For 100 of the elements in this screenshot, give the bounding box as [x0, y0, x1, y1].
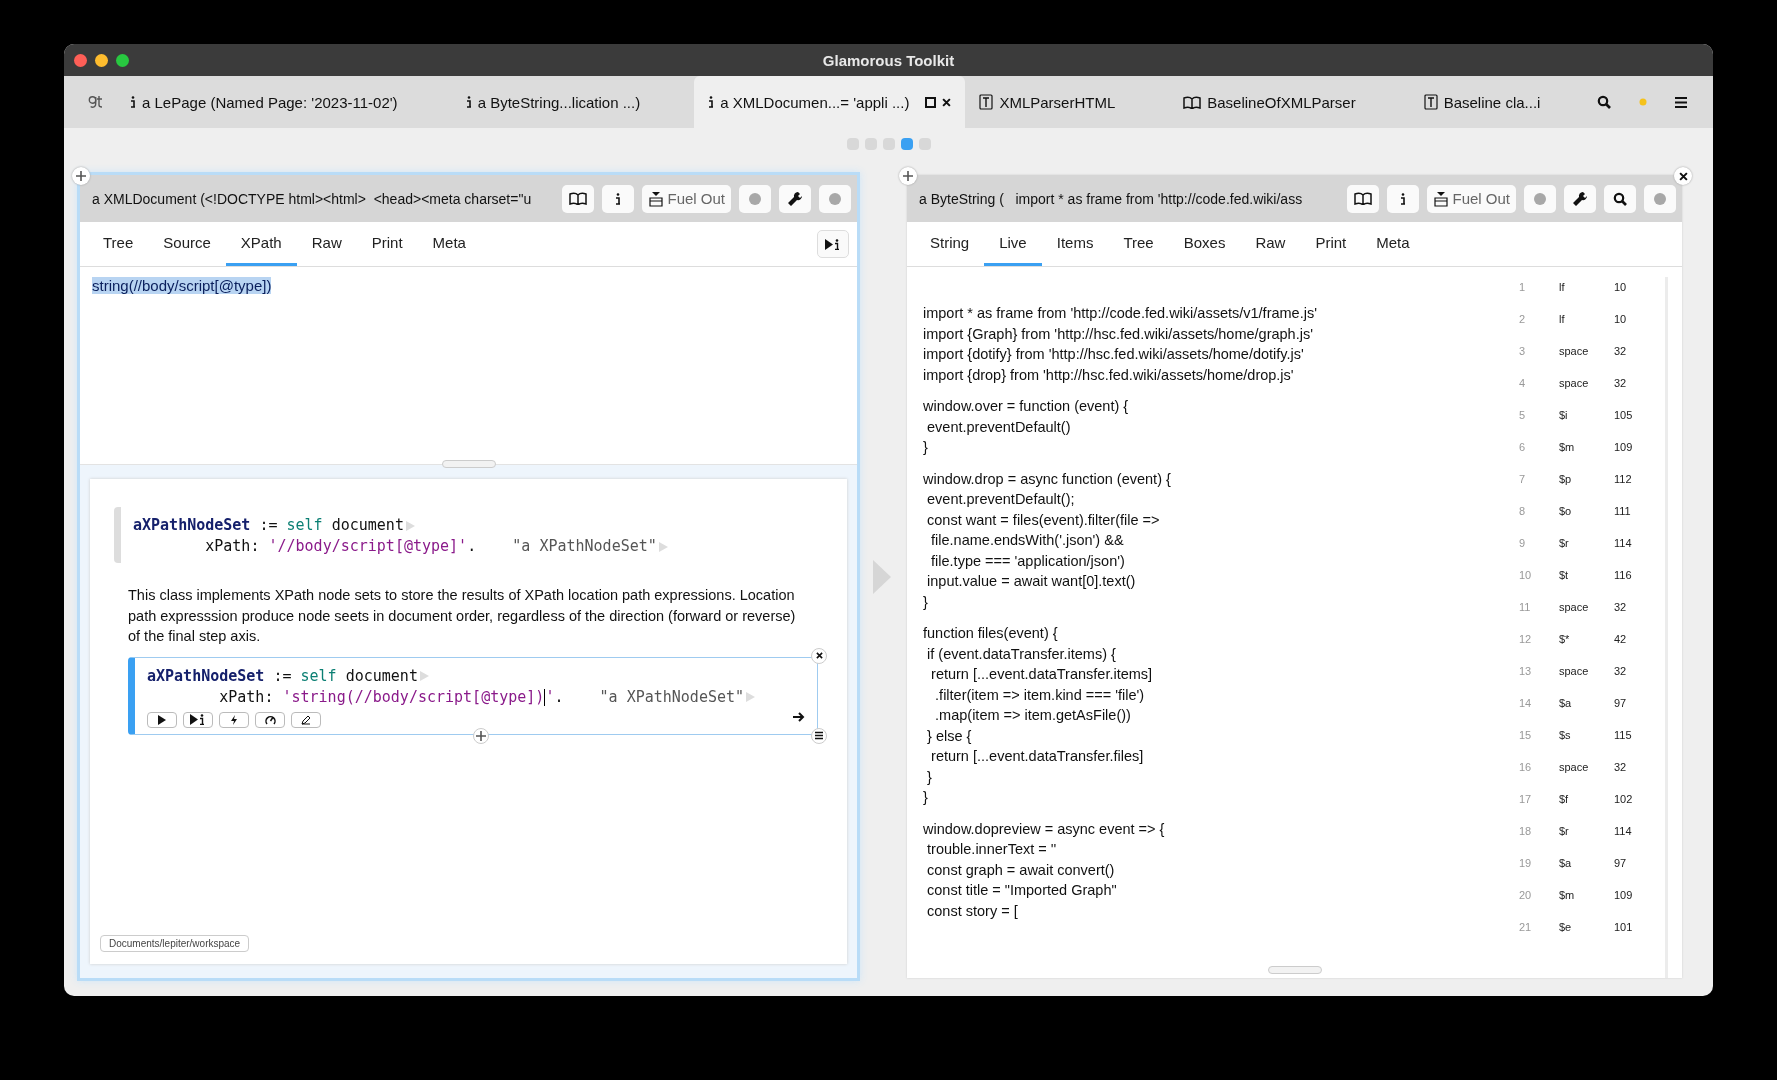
window-tab[interactable]: a LePage (Named Page: '2023-11-02') — [116, 76, 412, 128]
table-cell-text: $r — [1559, 825, 1570, 839]
info-icon — [465, 96, 472, 108]
wrench-button[interactable] — [779, 184, 811, 213]
run-inspect-button[interactable] — [183, 711, 213, 728]
arrow-icon — [873, 559, 891, 594]
table-cell-text: 32 — [1614, 665, 1628, 679]
view-tab[interactable]: Meta — [417, 222, 481, 266]
book-button[interactable] — [562, 184, 595, 213]
table-cell-text: 109 — [1614, 441, 1634, 455]
add-button[interactable] — [72, 167, 90, 185]
gauge-icon — [264, 714, 276, 725]
code-line: import {Graph} from 'http://hsc.fed.wiki/assets/home/graph.js' — [923, 324, 1314, 344]
row-index: 4 — [1519, 377, 1527, 391]
code-line: } — [926, 767, 933, 787]
run-inspect-button[interactable] — [817, 230, 849, 258]
row-index: 16 — [1519, 761, 1533, 775]
table-cell-text: 32 — [1614, 761, 1628, 775]
view-tab[interactable]: Print — [1300, 222, 1362, 266]
code-line: } — [923, 788, 929, 807]
code-line: event.preventDefault() — [926, 417, 1072, 437]
triangle-icon — [658, 541, 668, 552]
close-button[interactable] — [1674, 167, 1692, 185]
class-icon — [979, 94, 994, 110]
minimize-light[interactable] — [95, 54, 108, 67]
info-icon — [708, 96, 715, 108]
code-line: aXPathNodeSet := self document — [147, 665, 418, 687]
triangle-icon — [746, 692, 756, 702]
code-snippet[interactable]: aXPathNodeSet := self document xPath: 'string(//body/script[@type])'. "a XPathNodeSet" — [128, 656, 818, 735]
code-line: } — [923, 592, 929, 612]
window-tab[interactable]: BaselineOfXMLParser — [1169, 76, 1370, 128]
resize-handle[interactable] — [1267, 966, 1322, 974]
class-icon — [1423, 94, 1438, 110]
add-button[interactable] — [899, 167, 917, 185]
row-index: 2 — [1519, 313, 1527, 327]
code-line: file.type === 'application/json') — [930, 551, 1126, 571]
code-line: window.drop = async function (event) { — [923, 469, 1172, 489]
menu-icon — [815, 730, 823, 741]
table-cell-text: 102 — [1614, 793, 1634, 807]
table-cell-text: 114 — [1614, 537, 1633, 551]
table-cell-text: space — [1559, 761, 1590, 775]
view-tab[interactable]: Print — [356, 222, 418, 266]
add-button[interactable] — [473, 727, 489, 744]
table-cell-text: space — [1559, 345, 1590, 359]
window-tab[interactable]: Baseline cla...i — [1409, 76, 1555, 128]
table-cell-text: 112 — [1614, 473, 1633, 487]
view-tab[interactable]: Meta — [1361, 222, 1425, 266]
view-tab[interactable]: XPath — [225, 222, 297, 266]
table-cell-text: 32 — [1614, 377, 1628, 391]
fuel-out-button[interactable]: Fuel Out — [1427, 184, 1516, 213]
view-tab[interactable]: Raw — [296, 222, 357, 266]
row-index: 11 — [1519, 601, 1532, 615]
lightning-button[interactable] — [219, 711, 249, 728]
row-index: 3 — [1519, 345, 1527, 359]
code-line: .map(item => item.getAsFile()) — [934, 706, 1132, 725]
menu-button[interactable] — [811, 727, 827, 744]
book-icon — [569, 192, 588, 205]
code-line: file.name.endsWith('.json') && — [930, 531, 1125, 550]
gauge-button[interactable] — [255, 711, 285, 728]
view-tab[interactable]: Raw — [1240, 222, 1301, 266]
fuel-icon — [1433, 190, 1450, 207]
code-line: xPath: '//body/script[@type]'. "a XPathNodeSet" — [204, 536, 657, 557]
resize-handle[interactable] — [441, 460, 496, 468]
table-cell-text: 115 — [1614, 729, 1633, 743]
view-tab[interactable]: String — [915, 222, 985, 266]
row-index: 18 — [1519, 825, 1533, 839]
inspect-button[interactable] — [1387, 184, 1420, 213]
view-tab[interactable]: Tree — [1108, 222, 1169, 266]
window-tab[interactable]: XMLParserHTML — [965, 76, 1130, 128]
inspect-button[interactable] — [602, 184, 635, 213]
code-snippet[interactable]: aXPathNodeSet := self document xPath: '//body/script[@type]'. "a XPathNodeSet" — [114, 507, 827, 563]
code-line: const title = "Imported Graph" — [926, 881, 1118, 900]
edit-button[interactable] — [291, 711, 321, 728]
run-button[interactable] — [147, 711, 177, 728]
table-cell-text: 10 — [1614, 281, 1628, 295]
code-line: window.over = function (event) { — [923, 397, 1130, 416]
table-cell-text: 105 — [1614, 409, 1634, 423]
table-cell-text: $m — [1559, 889, 1576, 903]
book-button[interactable] — [1347, 184, 1380, 213]
plus-icon — [476, 730, 486, 741]
table-cell-text: 32 — [1614, 601, 1628, 615]
table-cell-text: $t — [1559, 569, 1570, 583]
play-inspect-icon — [190, 714, 206, 725]
wrench-button[interactable] — [1564, 184, 1596, 213]
window-tab[interactable]: a XMLDocumen...= 'appli ...) — [694, 76, 966, 128]
zoom-light[interactable] — [116, 54, 129, 67]
close-icon — [1678, 171, 1688, 181]
view-tab[interactable]: Tree — [88, 222, 149, 266]
view-tab[interactable]: Boxes — [1168, 222, 1241, 266]
view-tab[interactable]: Live — [984, 222, 1042, 266]
close-light[interactable] — [74, 54, 87, 67]
play-inspect-icon — [825, 238, 841, 250]
view-tab[interactable]: Items — [1041, 222, 1109, 266]
close-button[interactable] — [811, 647, 827, 664]
code-line: return [...event.dataTransfer.files] — [930, 747, 1145, 766]
search-button[interactable] — [1604, 184, 1636, 213]
fuel-out-button[interactable]: Fuel Out — [642, 184, 731, 213]
view-tab[interactable]: Source — [148, 222, 226, 266]
row-index: 21 — [1519, 921, 1533, 935]
window-tab[interactable]: a ByteString...lication ...) — [451, 76, 655, 128]
